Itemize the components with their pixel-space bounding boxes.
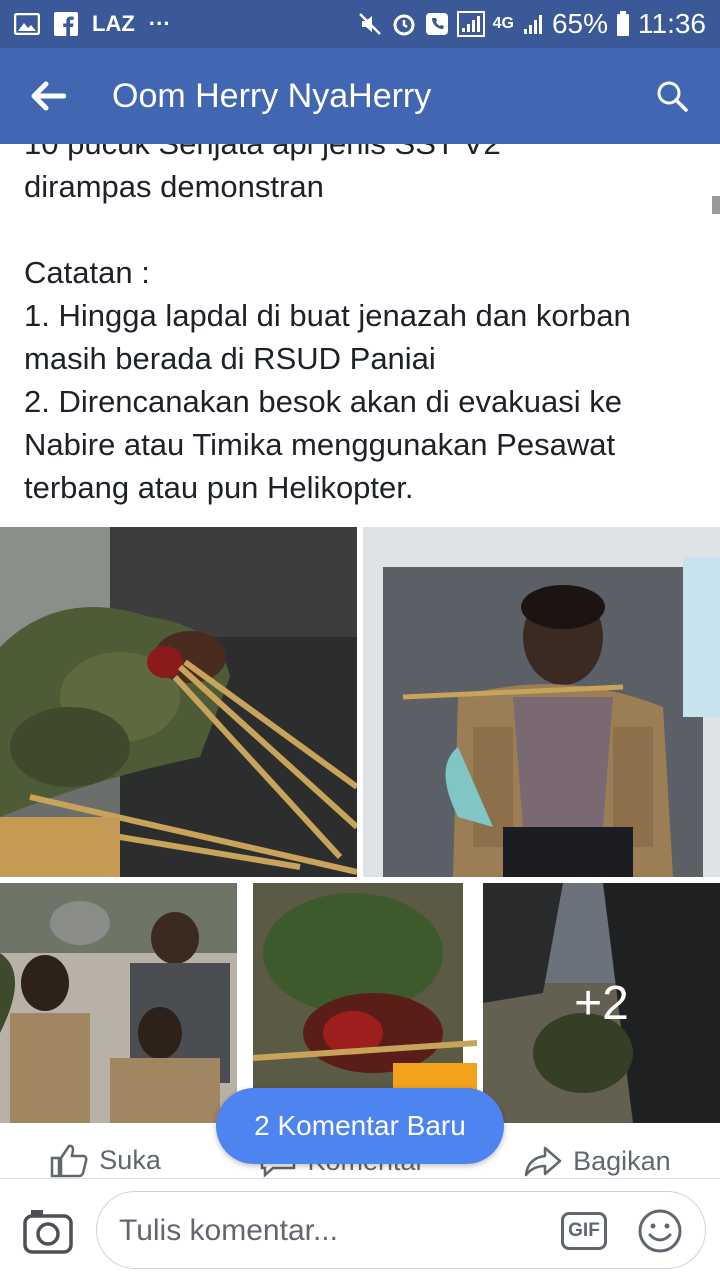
battery-icon <box>616 11 630 37</box>
post-photo-4[interactable] <box>243 883 477 1123</box>
camera-button[interactable] <box>22 1205 74 1257</box>
share-button[interactable]: Bagikan <box>523 1144 671 1178</box>
gallery-icon <box>14 13 40 35</box>
arrow-left-icon <box>31 81 66 111</box>
camera-icon <box>23 1210 73 1254</box>
facebook-icon <box>54 12 78 36</box>
post-line-blank <box>24 208 704 251</box>
post-photo-1[interactable] <box>0 527 357 877</box>
post-photo-5[interactable]: +2 <box>483 883 720 1123</box>
new-comments-pill[interactable]: 2 Komentar Baru <box>216 1088 504 1164</box>
more-notifications-icon: ··· <box>148 11 171 36</box>
post-line-cut: 10 pucuk Senjata api jenis SST V2 <box>24 144 704 165</box>
status-bar: LAZ ··· 4G 65% 11:36 <box>0 0 720 48</box>
network-type-label: 4G <box>492 15 514 32</box>
page-title: Oom Herry NyaHerry <box>112 76 432 115</box>
share-label: Bagikan <box>573 1145 671 1176</box>
post-photo-2[interactable] <box>363 527 720 877</box>
scrollbar[interactable] <box>712 196 720 214</box>
app-bar: Oom Herry NyaHerry <box>0 48 720 144</box>
comment-input[interactable]: Tulis komentar... GIF <box>96 1191 706 1269</box>
search-icon <box>657 81 688 112</box>
post-line: dirampas demonstran <box>24 169 324 204</box>
cell-signal-icon <box>522 12 544 36</box>
post-line: 1. Hingga lapdal di buat jenazah dan kor… <box>24 298 631 376</box>
post-text: 10 pucuk Senjata api jenis SST V2 diramp… <box>24 144 704 509</box>
smiley-icon <box>638 1209 682 1253</box>
post-content[interactable]: 10 pucuk Senjata api jenis SST V2 diramp… <box>0 144 720 1178</box>
thumbs-up-icon <box>51 1144 88 1178</box>
mute-icon <box>357 11 383 37</box>
clock: 11:36 <box>638 8 706 39</box>
search-button[interactable] <box>624 48 720 144</box>
signal-icon <box>456 11 485 37</box>
alarm-icon <box>391 11 417 37</box>
post-line: Catatan : <box>24 255 150 290</box>
battery-percent: 65% <box>551 8 608 39</box>
gif-button[interactable]: GIF <box>561 1212 607 1250</box>
carrier-label: LAZ <box>92 11 135 36</box>
back-button[interactable] <box>0 48 96 144</box>
post-line: 2. Direncanakan besok akan di evakuasi k… <box>24 384 622 505</box>
share-icon <box>524 1146 562 1177</box>
comment-placeholder: Tulis komentar... <box>119 1214 338 1247</box>
like-label: Suka <box>99 1144 161 1175</box>
call-icon <box>425 12 449 36</box>
comment-bar: Tulis komentar... GIF <box>0 1178 720 1280</box>
more-photos-overlay[interactable]: +2 <box>483 883 720 1123</box>
emoji-button[interactable] <box>637 1208 683 1254</box>
like-button[interactable]: Suka <box>49 1142 161 1178</box>
post-photo-3[interactable] <box>0 883 237 1123</box>
